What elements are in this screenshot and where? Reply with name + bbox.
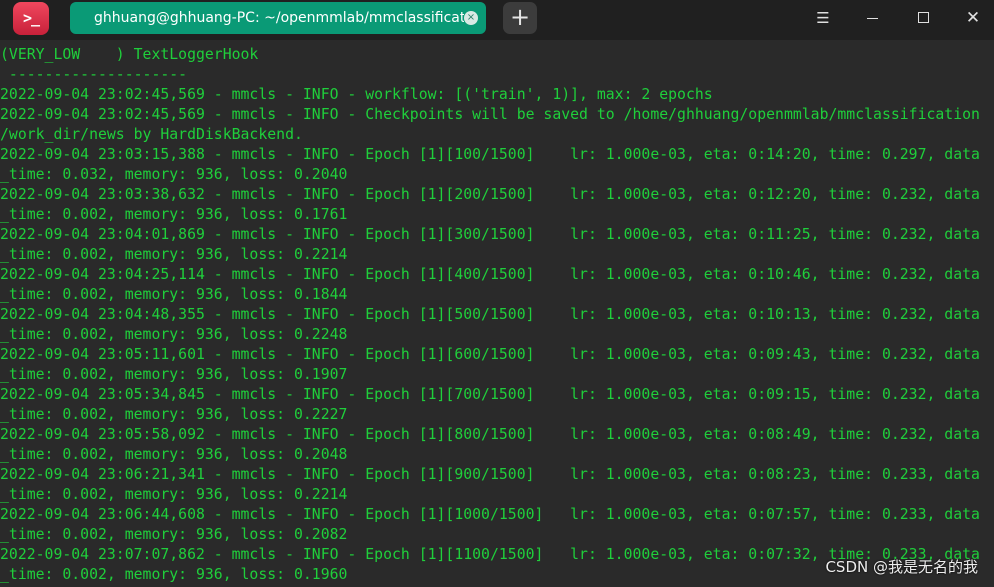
terminal-line: 2022-09-04 23:03:38,632 - mmcls - INFO -… [0,186,980,203]
terminal-line: (VERY_LOW ) TextLoggerHook [0,46,259,63]
terminal-line: 2022-09-04 23:05:11,601 - mmcls - INFO -… [0,346,980,363]
terminal-line: _time: 0.002, memory: 936, loss: 0.2082 [0,526,348,543]
tab-close-icon[interactable]: × [464,11,478,25]
terminal-line: _time: 0.002, memory: 936, loss: 0.2214 [0,486,348,503]
terminal-line: _time: 0.002, memory: 936, loss: 0.2248 [0,326,348,343]
terminal-line: 2022-09-04 23:06:21,341 - mmcls - INFO -… [0,466,980,483]
terminal-line: 2022-09-04 23:06:44,608 - mmcls - INFO -… [0,506,980,523]
terminal-line: _time: 0.032, memory: 936, loss: 0.2040 [0,166,348,183]
terminal-line: _time: 0.002, memory: 936, loss: 0.2214 [0,246,348,263]
menu-icon[interactable]: ☰ [809,4,837,32]
terminal-line: 2022-09-04 23:03:15,388 - mmcls - INFO -… [0,146,980,163]
terminal-line: 2022-09-04 23:02:45,569 - mmcls - INFO -… [0,106,980,123]
close-icon[interactable]: ✕ [959,4,987,32]
terminal-line: _time: 0.002, memory: 936, loss: 0.2227 [0,406,348,423]
terminal-output[interactable]: (VERY_LOW ) TextLoggerHook -------------… [0,45,994,587]
terminal-line: 2022-09-04 23:05:58,092 - mmcls - INFO -… [0,426,980,443]
terminal-line: 2022-09-04 23:04:48,355 - mmcls - INFO -… [0,306,980,323]
terminal-line: 2022-09-04 23:04:25,114 - mmcls - INFO -… [0,266,980,283]
tab-terminal-session[interactable]: ghhuang@ghhuang-PC: ~/openmmlab/mmclassi… [70,2,486,34]
terminal-line: _time: 0.002, memory: 936, loss: 0.1907 [0,366,348,383]
terminal-line: _time: 0.002, memory: 936, loss: 0.2048 [0,446,348,463]
new-tab-button[interactable]: + [503,2,537,34]
terminal-line: _time: 0.002, memory: 936, loss: 0.1844 [0,286,348,303]
terminal-line: _time: 0.002, memory: 936, loss: 0.1761 [0,206,348,223]
tab-title: ghhuang@ghhuang-PC: ~/openmmlab/mmclassi… [94,10,464,26]
watermark: CSDN @我是无名的我 [825,558,978,576]
terminal-line: /work_dir/news by HardDiskBackend. [0,126,303,143]
maximize-icon[interactable] [910,4,938,32]
terminal-line: 2022-09-04 23:02:45,569 - mmcls - INFO -… [0,86,713,103]
terminal-window: >_ ghhuang@ghhuang-PC: ~/openmmlab/mmcla… [0,0,994,587]
terminal-line: 2022-09-04 23:05:34,845 - mmcls - INFO -… [0,386,980,403]
terminal-line: 2022-09-04 23:04:01,869 - mmcls - INFO -… [0,226,980,243]
minimize-icon[interactable] [858,4,886,32]
terminal-app-icon[interactable]: >_ [13,2,49,35]
terminal-line: -------------------- [0,66,188,83]
terminal-line: _time: 0.002, memory: 936, loss: 0.1960 [0,566,348,583]
title-bar: >_ ghhuang@ghhuang-PC: ~/openmmlab/mmcla… [0,0,994,40]
